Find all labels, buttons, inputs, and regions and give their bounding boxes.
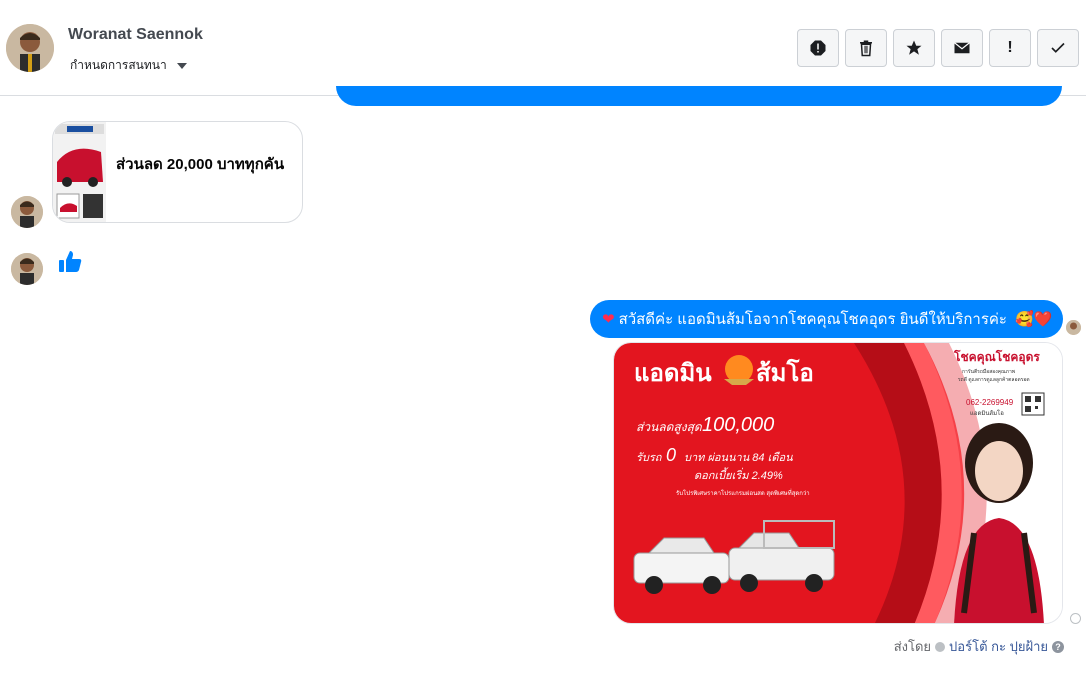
outgoing-message-bubble[interactable]: ❤ สวัสดีค่ะ แอดมินส้มโอจากโชคคุณโชคอุดร … (590, 300, 1063, 338)
contact-avatar[interactable] (6, 24, 54, 72)
promo-brand-text: แอดมิน (634, 360, 712, 387)
check-icon (1051, 42, 1065, 53)
chevron-down-icon (176, 62, 187, 69)
heart-emoji-icon: ❤ (602, 311, 615, 328)
outgoing-message-text: สวัสดีค่ะ แอดมินส้มโอจากโชคคุณโชคอุดร ยิ… (618, 311, 1007, 328)
conversation-header: Woranat Saennok กำหนดการสนทนา ! (0, 0, 1086, 96)
sender-name-link[interactable]: ปอร์โต้ กะ ปุยฝ้าย (949, 636, 1048, 657)
thumbs-up-icon (56, 248, 84, 276)
conversation-toolbar: ! (797, 29, 1079, 67)
promo-discount-label: ส่วนลดสูงสุด (636, 420, 703, 435)
promo-image-attachment[interactable]: แอดมิน ส้มโอ ส่วนลดสูงสุด 100,000 รับรถ … (613, 342, 1063, 624)
promo-company-sub1: การันตีรถมือสองคุณภาพ (962, 368, 1015, 375)
promo-company-name: โชคคุณโชคอุดร (953, 349, 1040, 365)
promo-line2c: บาท ผ่อนนาน 84 เดือน (684, 451, 793, 464)
post-thumbnail (53, 122, 106, 222)
star-button[interactable] (893, 29, 935, 67)
report-button[interactable] (797, 29, 839, 67)
label-dropdown-text: กำหนดการสนทนา (70, 58, 167, 72)
done-button[interactable] (1037, 29, 1079, 67)
envelope-icon (954, 42, 970, 54)
shared-post-card[interactable]: ส่วนลด 20,000 บาททุกคัน (52, 121, 303, 223)
help-icon[interactable]: ? (1052, 640, 1064, 653)
sent-by-info: ส่งโดย ปอร์โต้ กะ ปุยฝ้าย ? (894, 636, 1064, 657)
promo-line2a: รับรถ (636, 452, 663, 464)
promo-phone: 062-2269949 (966, 398, 1014, 407)
promo-line4: รับโปรพิเศษราคาโปรแกรมผ่อนสด สุดพิเศษที่… (676, 489, 810, 497)
verified-icon (935, 641, 946, 652)
sender-avatar[interactable] (11, 196, 43, 228)
exclamation-icon: ! (1007, 39, 1013, 56)
smile-heart-emoji-icon: 🥰❤️ (1014, 311, 1053, 328)
promo-line3: ดอกเบี้ยเริ่ม 2.49% (694, 467, 783, 482)
card-title: ส่วนลด 20,000 บาททุกคัน (116, 156, 285, 173)
trash-icon (860, 40, 872, 57)
seen-indicator-icon (1070, 613, 1081, 624)
promo-contact-name: แอดมินส้มโอ (970, 409, 1004, 417)
previous-outgoing-bubble (336, 86, 1062, 106)
promo-line2b: 0 (666, 445, 676, 465)
promo-brand2-text: ส้มโอ (756, 358, 814, 387)
promo-discount-value: 100,000 (702, 414, 774, 436)
sender-avatar[interactable] (11, 253, 43, 285)
sent-by-label: ส่งโดย (893, 639, 932, 654)
report-icon (810, 40, 826, 56)
read-receipt-avatar (1066, 320, 1081, 335)
contact-name[interactable]: Woranat Saennok (68, 26, 203, 44)
star-icon (906, 40, 922, 55)
delete-button[interactable] (845, 29, 887, 67)
conversation-label-dropdown[interactable]: กำหนดการสนทนา (70, 56, 187, 75)
promo-company-sub2: รถดี ดูแลการดูแลลูกค้าตลอดรอด (958, 376, 1030, 383)
mark-unread-button[interactable] (941, 29, 983, 67)
important-button[interactable]: ! (989, 29, 1031, 67)
